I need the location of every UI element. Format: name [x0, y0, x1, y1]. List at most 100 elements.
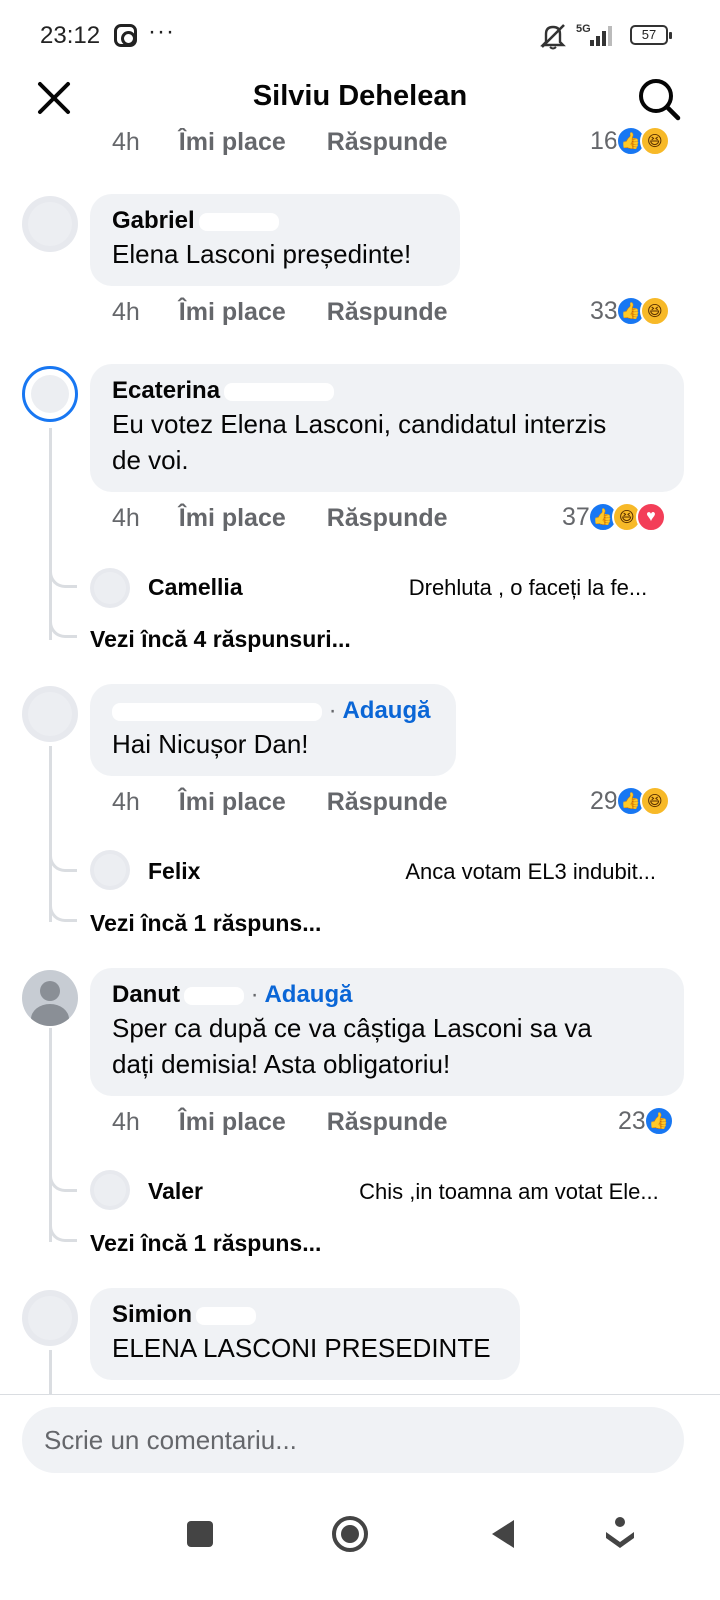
reaction-count: 16: [590, 128, 618, 155]
like-link[interactable]: Îmi place: [179, 128, 286, 156]
avatar[interactable]: [22, 1290, 78, 1346]
comment-author[interactable]: Simion: [112, 1300, 498, 1330]
thread-elbow: [49, 902, 77, 922]
comment-actions: 4h Îmi place Răspunde: [112, 298, 448, 327]
reply-link[interactable]: Răspunde: [327, 298, 448, 326]
reaction-count: 29: [590, 786, 618, 815]
thread-elbow: [49, 1222, 77, 1242]
reply-author: Valer: [148, 1178, 203, 1204]
battery-icon: 57: [630, 25, 672, 45]
comment-composer: [0, 1394, 720, 1494]
comment-actions: 4h Îmi place Răspunde: [112, 1108, 448, 1137]
thread-elbow: [49, 618, 77, 638]
comment-actions: 4h Îmi place Răspunde: [112, 504, 448, 533]
comment-actions: 4h Îmi place Răspunde: [112, 128, 448, 157]
more-notifications-icon: ···: [148, 18, 175, 45]
comment-bubble[interactable]: Ecaterina Eu votez Elena Lasconi, candid…: [90, 364, 684, 492]
reply-text: Drehluta , o faceți la fe...: [408, 575, 648, 600]
status-bar: 23:12 ··· 5G 57: [0, 0, 720, 70]
reply-avatar[interactable]: [90, 850, 130, 890]
reply-preview[interactable]: Camellia Drehluta , o faceți la fe...: [148, 574, 688, 601]
reaction-summary[interactable]: 37 👍 😆 ♥: [562, 502, 666, 532]
reply-link[interactable]: Răspunde: [327, 504, 448, 532]
reply-link[interactable]: Răspunde: [327, 1108, 448, 1136]
comment-actions: 4h Îmi place Răspunde: [112, 788, 448, 817]
reply-avatar[interactable]: [90, 568, 130, 608]
search-icon[interactable]: [636, 76, 682, 122]
avatar[interactable]: [22, 686, 78, 742]
haha-reaction-icon: 😆: [639, 786, 670, 816]
reply-text: Anca votam EL3 indubit...: [405, 859, 657, 884]
comment-author[interactable]: Danut · Adaugă: [112, 980, 662, 1010]
comment-bubble[interactable]: Gabriel Elena Lasconi președinte!: [90, 194, 460, 286]
comment-text-line: Eu votez Elena Lasconi, candidatul inter…: [112, 409, 607, 439]
comment-bubble[interactable]: Simion ELENA LASCONI PRESEDINTE: [90, 1288, 520, 1380]
avatar[interactable]: [22, 196, 78, 252]
like-reaction-icon: 👍: [643, 1106, 674, 1136]
svg-text:5G: 5G: [576, 23, 591, 35]
thread-line: [49, 746, 52, 922]
reaction-summary[interactable]: 23 👍: [618, 1106, 674, 1136]
comment-bubble[interactable]: · Adaugă Hai Nicușor Dan!: [90, 684, 456, 776]
add-friend-link[interactable]: Adaugă: [264, 981, 352, 1008]
comment-bubble[interactable]: Danut · Adaugă Sper ca după ce va câștig…: [90, 968, 684, 1096]
comment-author[interactable]: Gabriel: [112, 206, 438, 236]
like-link[interactable]: Îmi place: [179, 788, 286, 816]
like-link[interactable]: Îmi place: [179, 1108, 286, 1136]
comment-time: 4h: [112, 298, 140, 326]
comment-time: 4h: [112, 1108, 140, 1136]
like-link[interactable]: Îmi place: [179, 504, 286, 532]
reply-text: Chis ,in toamna am votat Ele...: [359, 1179, 659, 1204]
reply-preview[interactable]: Valer Chis ,in toamna am votat Ele...: [148, 1178, 688, 1205]
thread-line: [49, 1028, 52, 1242]
instagram-icon: [114, 24, 137, 47]
reaction-summary[interactable]: 29 👍 😆: [590, 786, 670, 816]
comment-time: 4h: [112, 504, 140, 532]
view-more-replies[interactable]: Vezi încă 1 răspuns...: [90, 910, 321, 937]
reaction-summary[interactable]: 16 👍 😆: [590, 128, 670, 156]
reply-preview[interactable]: Felix Anca votam EL3 indubit...: [148, 858, 688, 885]
reaction-count: 33: [590, 296, 618, 325]
love-reaction-icon: ♥: [635, 502, 666, 532]
reaction-count: 37: [562, 502, 590, 531]
thread-elbow: [49, 1172, 77, 1192]
thread-line: [49, 1350, 52, 1400]
page-title: Silviu Dehelean: [252, 80, 468, 112]
recents-square-icon[interactable]: [176, 1510, 224, 1558]
reply-author: Camellia: [148, 574, 243, 600]
avatar-story-ring[interactable]: [22, 366, 78, 422]
view-more-replies[interactable]: Vezi încă 1 răspuns...: [90, 1230, 321, 1257]
system-nav-bar: [0, 1494, 720, 1600]
comment-text: ELENA LASCONI PRESEDINTE: [112, 1333, 491, 1363]
thread-line: [49, 428, 52, 640]
comment-author[interactable]: Ecaterina: [112, 376, 662, 406]
like-link[interactable]: Îmi place: [179, 298, 286, 326]
reply-avatar[interactable]: [90, 1170, 130, 1210]
assistant-icon[interactable]: [596, 1510, 644, 1558]
thread-elbow: [49, 568, 77, 588]
default-avatar-icon[interactable]: [22, 970, 78, 1026]
view-more-replies[interactable]: Vezi încă 4 răspunsuri...: [90, 626, 351, 653]
reply-link[interactable]: Răspunde: [327, 788, 448, 816]
reply-link[interactable]: Răspunde: [327, 128, 448, 156]
thread-elbow: [49, 852, 77, 872]
comment-text: Elena Lasconi președinte!: [112, 239, 412, 269]
comment-text-line: de voi.: [112, 445, 189, 475]
comment-input[interactable]: [22, 1407, 684, 1473]
haha-reaction-icon: 😆: [639, 296, 670, 326]
comment-time: 4h: [112, 788, 140, 816]
status-time: 23:12: [40, 22, 101, 49]
reaction-summary[interactable]: 33 👍 😆: [590, 296, 670, 326]
comment-text: Hai Nicușor Dan!: [112, 729, 309, 759]
reply-author: Felix: [148, 858, 201, 884]
comment-text-line: dați demisia! Asta obligatoriu!: [112, 1049, 451, 1079]
home-circle-icon[interactable]: [326, 1510, 374, 1558]
comment-text-line: Sper ca după ce va câștiga Lasconi sa va: [112, 1013, 592, 1043]
back-triangle-icon[interactable]: [480, 1510, 528, 1558]
add-friend-link[interactable]: Adaugă: [342, 697, 430, 724]
mute-icon: [540, 24, 566, 50]
comments-feed[interactable]: 4h Îmi place Răspunde 16 👍 😆 Gabriel Ele…: [0, 128, 720, 1400]
comment-author[interactable]: · Adaugă: [112, 696, 434, 726]
author-redacted: [112, 702, 322, 721]
signal-icon: 5G: [576, 23, 612, 46]
